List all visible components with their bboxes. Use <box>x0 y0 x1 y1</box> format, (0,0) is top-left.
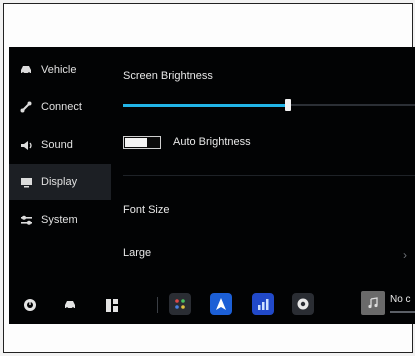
now-playing-text[interactable]: No c <box>390 294 411 305</box>
sidebar-item-label: Vehicle <box>41 64 77 76</box>
music-icon[interactable] <box>361 291 385 315</box>
infotainment-screen: Vehicle Connect Sound Display System Scr… <box>9 47 415 324</box>
sidebar-item-label: Sound <box>41 139 73 151</box>
chart-icon[interactable] <box>252 293 274 315</box>
font-size-selector[interactable]: Large <box>111 239 415 265</box>
sidebar-item-label: System <box>41 214 78 226</box>
sidebar-item-sound[interactable]: Sound <box>9 127 111 163</box>
sidebar-item-connect[interactable]: Connect <box>9 89 111 125</box>
navigation-icon[interactable] <box>210 293 232 315</box>
speaker-icon <box>19 138 33 152</box>
sidebar-item-label: Connect <box>41 101 82 113</box>
sidebar-item-system[interactable]: System <box>9 202 111 238</box>
settings-sidebar: Vehicle Connect Sound Display System <box>9 47 111 285</box>
font-size-value: Large <box>123 247 152 259</box>
grid-icon[interactable] <box>103 296 121 314</box>
sidebar-item-label: Display <box>41 176 78 188</box>
auto-brightness-toggle[interactable] <box>123 136 161 149</box>
monitor-icon <box>19 175 33 189</box>
speedometer-icon[interactable] <box>21 296 39 314</box>
music-progress-bar <box>390 311 415 313</box>
brightness-slider-thumb[interactable] <box>285 99 291 111</box>
section-divider <box>123 175 415 176</box>
car-icon[interactable] <box>61 296 79 314</box>
link-icon <box>19 100 33 114</box>
apps-icon[interactable] <box>169 293 191 315</box>
settings-icon[interactable] <box>292 293 314 315</box>
car-icon <box>19 63 33 77</box>
bottom-dock: No c <box>9 285 415 324</box>
sliders-icon <box>19 213 33 227</box>
dock-separator <box>157 297 158 313</box>
font-size-label: Font Size <box>123 204 170 216</box>
display-settings-panel: Screen Brightness Auto Brightness Font S… <box>111 47 415 285</box>
brightness-slider[interactable] <box>123 99 415 111</box>
brightness-label: Screen Brightness <box>123 70 213 82</box>
chevron-right-icon: › <box>403 248 407 262</box>
auto-brightness-label: Auto Brightness <box>173 136 251 148</box>
brightness-slider-fill <box>123 103 288 107</box>
sidebar-item-vehicle[interactable]: Vehicle <box>9 52 111 88</box>
toggle-knob <box>125 138 147 147</box>
sidebar-item-display[interactable]: Display <box>9 164 111 200</box>
